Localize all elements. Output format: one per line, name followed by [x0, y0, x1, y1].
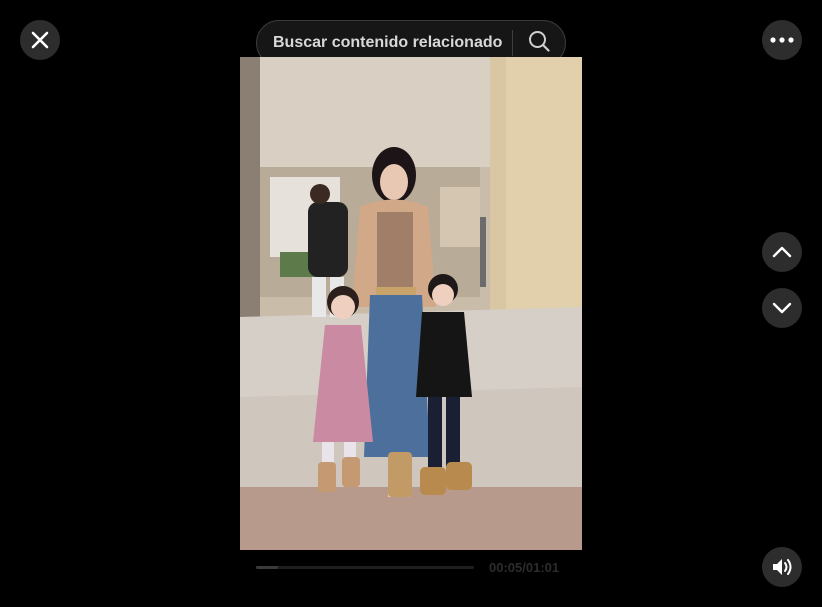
chevron-up-icon — [772, 246, 792, 258]
volume-button[interactable] — [762, 547, 802, 587]
previous-video-button[interactable] — [762, 232, 802, 272]
video-player[interactable] — [240, 57, 582, 550]
more-icon — [770, 37, 794, 43]
close-icon — [31, 31, 49, 49]
close-button[interactable] — [20, 20, 60, 60]
playback-time: 00:05/01:01 — [489, 560, 560, 575]
more-options-button[interactable] — [762, 20, 802, 60]
chevron-down-icon — [772, 302, 792, 314]
video-frame-image — [240, 57, 582, 550]
progress-fill — [256, 566, 278, 569]
volume-icon — [771, 557, 793, 577]
progress-bar[interactable] — [256, 566, 474, 569]
search-icon — [528, 30, 550, 57]
next-video-button[interactable] — [762, 288, 802, 328]
search-input[interactable]: Buscar contenido relacionado — [257, 34, 512, 52]
